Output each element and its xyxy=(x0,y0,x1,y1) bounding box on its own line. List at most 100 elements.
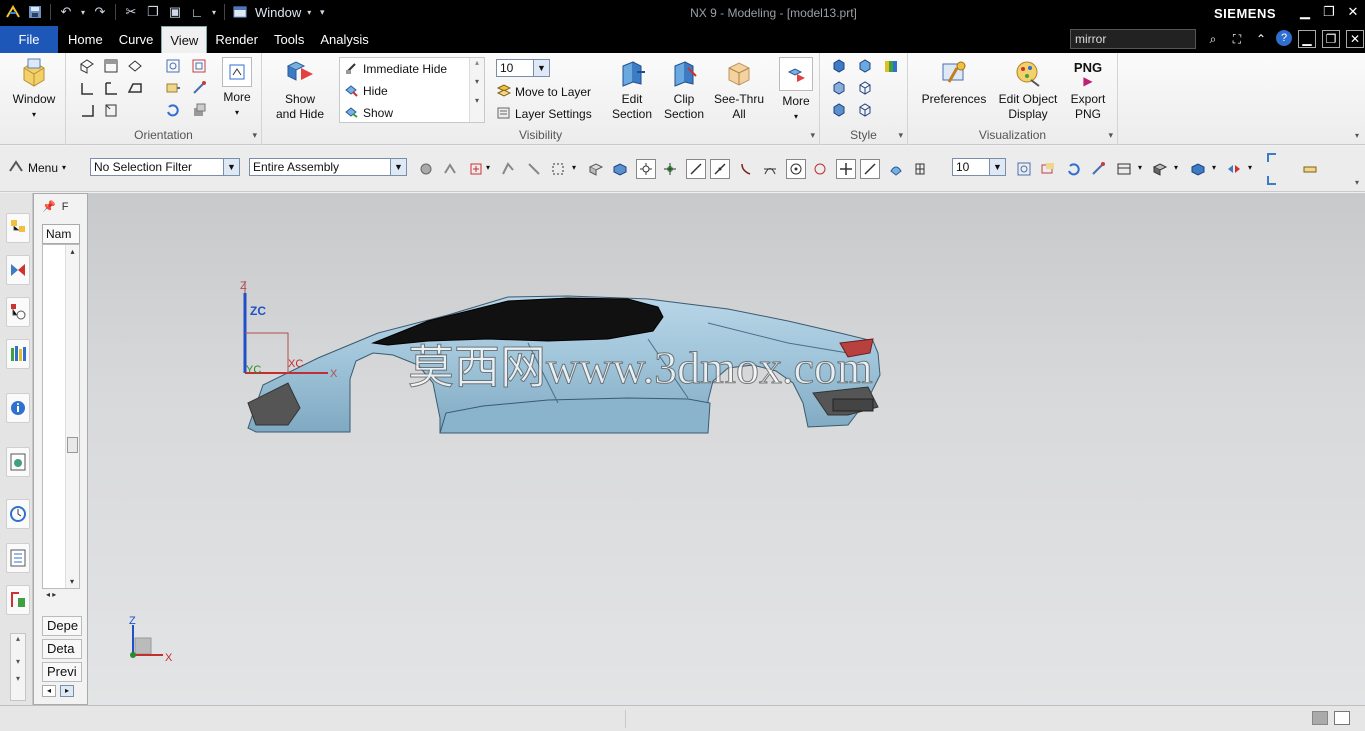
select-edge-icon[interactable] xyxy=(524,159,544,179)
edit-object-display-button[interactable]: Edit Object Display xyxy=(992,57,1064,122)
car-exhaust[interactable] xyxy=(832,398,874,412)
layer-settings-button[interactable]: Layer Settings xyxy=(496,105,592,123)
window-menu[interactable]: Window xyxy=(255,5,301,20)
undo-icon[interactable]: ↶ xyxy=(57,3,75,21)
pan-view-icon[interactable] xyxy=(1088,159,1108,179)
show-and-hide-button[interactable]: Show and Hide xyxy=(270,57,330,122)
visibility-more-button[interactable]: More ▾ xyxy=(774,57,818,124)
snap-point-icon[interactable] xyxy=(466,159,486,179)
chevron-down-icon[interactable]: ▾ xyxy=(252,130,257,141)
rectangle-select-icon[interactable] xyxy=(548,159,568,179)
shaded-body-icon[interactable] xyxy=(1188,159,1208,179)
copy-icon[interactable]: ❐ xyxy=(144,3,162,21)
selection-scope-combo[interactable]: Entire Assembly ▼ xyxy=(249,158,407,176)
graphics-window[interactable]: Z ZC YC XC X 莫西网www.3dmox.com Z X xyxy=(88,193,1365,705)
tab-render[interactable]: Render xyxy=(207,26,266,53)
chevron-up-icon[interactable]: ▴ xyxy=(470,58,484,67)
chevron-down-icon[interactable]: ▾ xyxy=(210,3,218,21)
view-right-icon[interactable] xyxy=(102,79,120,97)
orientation-more-button[interactable]: More ▾ xyxy=(218,57,256,120)
customize-qat-icon[interactable]: ▾ xyxy=(317,3,327,21)
snap-intersection-icon[interactable] xyxy=(760,159,780,179)
chevron-left-icon[interactable]: ◂ xyxy=(42,685,56,697)
snap-end-point-icon[interactable] xyxy=(636,159,656,179)
see-thru-all-button[interactable]: See-Thru All xyxy=(710,57,768,122)
dependencies-section[interactable]: Depe xyxy=(42,616,82,636)
chevron-right-icon[interactable]: ▸ xyxy=(60,685,74,697)
snap-arc-center-icon[interactable] xyxy=(786,159,806,179)
command-search-input[interactable]: mirror xyxy=(1070,29,1196,49)
navigator-tree[interactable]: ▴ ▾ xyxy=(42,244,80,589)
restore-icon[interactable]: ❐ xyxy=(1319,3,1339,21)
restore-view-icon[interactable] xyxy=(190,101,208,119)
show-item[interactable]: Show xyxy=(340,102,484,124)
chevron-down-icon[interactable]: ▾ xyxy=(810,130,815,141)
select-bodies-icon[interactable] xyxy=(440,159,460,179)
name-column-header[interactable]: Nam xyxy=(42,224,80,244)
constraint-navigator-icon[interactable] xyxy=(6,255,30,285)
minimize-icon[interactable]: ▁ xyxy=(1295,3,1315,21)
snap-bounded-grid-icon[interactable] xyxy=(910,159,930,179)
preferences-button[interactable]: Preferences xyxy=(918,57,990,107)
snap-curve-icon[interactable] xyxy=(736,159,756,179)
tab-file[interactable]: File xyxy=(0,26,58,53)
snap-quadrant-icon[interactable] xyxy=(810,159,830,179)
chevron-down-icon[interactable]: ▾ xyxy=(470,96,484,105)
help-icon[interactable]: ? xyxy=(1276,30,1292,46)
view-triad-bottom-icon[interactable] xyxy=(1262,170,1282,190)
move-to-layer-button[interactable]: Move to Layer xyxy=(496,83,591,101)
process-studio-icon[interactable] xyxy=(6,543,30,573)
chevron-down-icon[interactable]: ▾ xyxy=(898,130,903,141)
chevron-down-icon[interactable]: ▼ xyxy=(989,159,1005,175)
tree-hscroll[interactable]: ◂ ▸ xyxy=(42,590,80,602)
roles-icon[interactable] xyxy=(6,585,30,615)
fullscreen-toggle-icon[interactable] xyxy=(1312,711,1328,725)
toolbar-options-icon[interactable]: ▾ xyxy=(1355,178,1359,187)
history-icon[interactable] xyxy=(6,499,30,529)
chevron-down-icon[interactable]: ▾ xyxy=(1248,163,1252,172)
wireframe-hidden-icon[interactable] xyxy=(856,101,874,119)
zoom-window-icon[interactable] xyxy=(1038,159,1058,179)
chevron-down-icon[interactable]: ▾ xyxy=(11,674,25,683)
rotate-view-icon[interactable] xyxy=(1064,159,1084,179)
orient-view-icon[interactable] xyxy=(1114,159,1134,179)
snap-grid-icon[interactable] xyxy=(660,159,680,179)
edit-section-button[interactable]: Edit Section xyxy=(606,57,658,122)
chevron-down-icon[interactable]: ▾ xyxy=(1108,130,1113,141)
view-left-icon[interactable] xyxy=(126,79,144,97)
snap-on-surface-icon[interactable] xyxy=(886,159,906,179)
rotate-icon[interactable] xyxy=(164,101,182,119)
assembly-navigator-icon[interactable] xyxy=(6,213,30,243)
snap-line-icon[interactable] xyxy=(686,159,706,179)
scroll-thumb[interactable] xyxy=(67,437,78,453)
clip-section-button[interactable]: Clip Section xyxy=(658,57,710,122)
model-viewport[interactable]: Z ZC YC XC X 莫西网www.3dmox.com Z X xyxy=(88,193,1365,705)
zoom-icon[interactable] xyxy=(190,57,208,75)
measure-icon[interactable] xyxy=(1300,159,1320,179)
restore-icon[interactable]: ❐ xyxy=(1322,30,1340,48)
web-browser-icon[interactable] xyxy=(6,447,30,477)
view-triad-top-icon[interactable] xyxy=(1262,148,1282,168)
paste-icon[interactable]: ▣ xyxy=(166,3,184,21)
layer-combo[interactable]: 10 ▼ xyxy=(952,158,1006,176)
chevron-down-icon[interactable]: ▾ xyxy=(470,77,484,86)
visibility-list-scrollbar[interactable]: ▴ ▾ ▾ xyxy=(469,58,484,122)
redo-icon[interactable]: ↷ xyxy=(91,3,109,21)
chevron-down-icon[interactable]: ▼ xyxy=(533,60,549,76)
nx-logo-icon[interactable] xyxy=(4,3,22,21)
snap-view-icon[interactable] xyxy=(190,79,208,97)
chevron-down-icon[interactable]: ▼ xyxy=(223,159,239,175)
tab-view[interactable]: View xyxy=(161,26,208,54)
partially-shaded-icon[interactable] xyxy=(830,101,848,119)
menu-button[interactable]: Menu ▾ xyxy=(8,159,66,176)
chevron-down-icon[interactable]: ▾ xyxy=(1212,163,1216,172)
tab-home[interactable]: Home xyxy=(60,26,111,53)
tab-curve[interactable]: Curve xyxy=(111,26,162,53)
immediate-hide-item[interactable]: Immediate Hide xyxy=(340,58,484,80)
minimize-icon[interactable]: ▁ xyxy=(1298,30,1316,48)
cut-icon[interactable]: ✂ xyxy=(122,3,140,21)
select-curve-icon[interactable] xyxy=(498,159,518,179)
snap-on-curve-icon[interactable] xyxy=(860,159,880,179)
tab-analysis[interactable]: Analysis xyxy=(312,26,376,53)
save-icon[interactable] xyxy=(26,3,44,21)
